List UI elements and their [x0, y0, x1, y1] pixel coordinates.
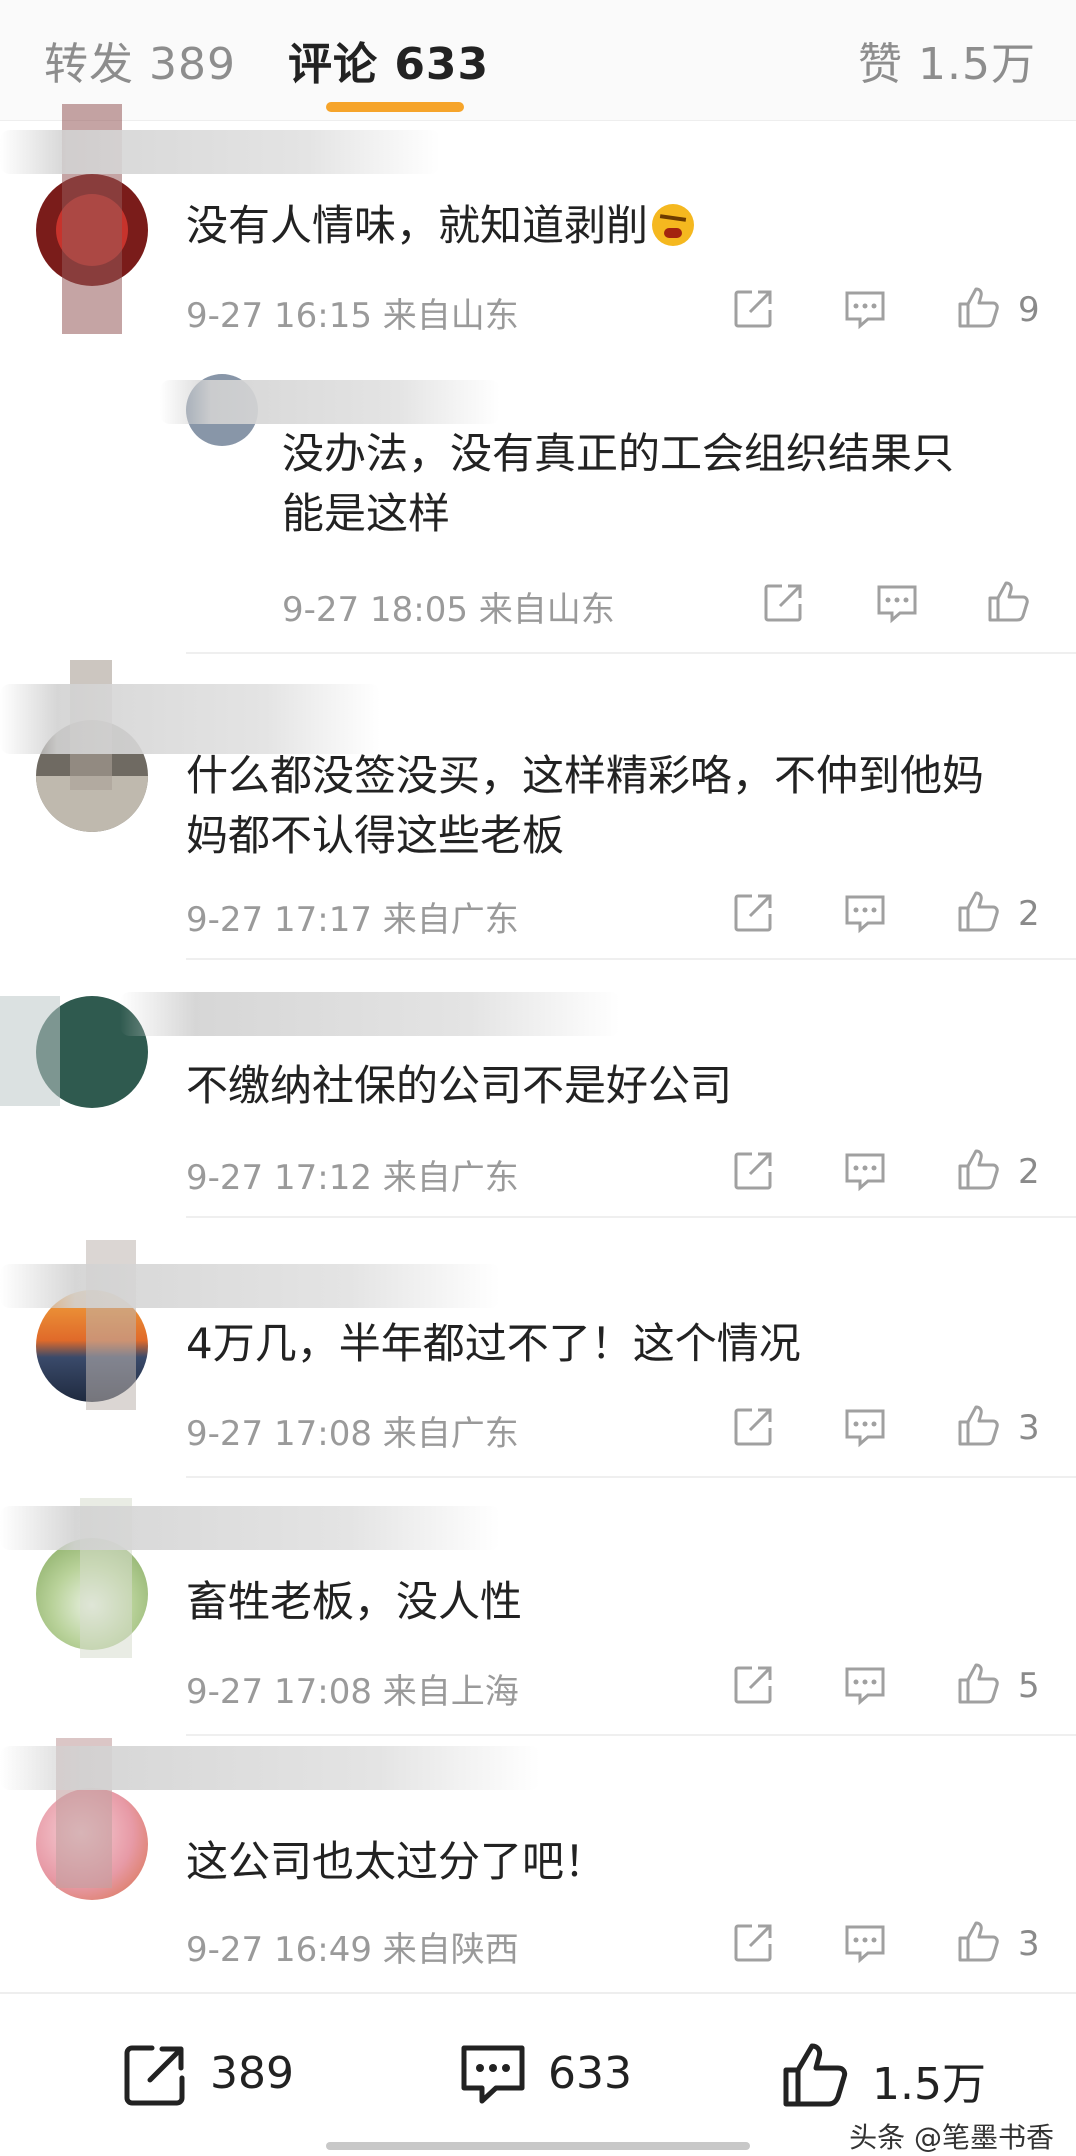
share-count: 389: [210, 2048, 294, 2099]
repost-icon[interactable]: [730, 1404, 776, 1450]
divider: [186, 652, 1076, 654]
tab-forward[interactable]: 转发 389: [44, 28, 236, 92]
comment-text: 没有人情味，就知道剥削: [186, 196, 695, 256]
repost-icon[interactable]: [730, 1148, 776, 1194]
username-blurred: [0, 1746, 540, 1790]
like-icon[interactable]: [956, 1918, 1002, 1964]
comment-text: 不缴纳社保的公司不是好公司: [186, 1061, 733, 1110]
like-icon[interactable]: [956, 1146, 1002, 1192]
like-icon[interactable]: [956, 888, 1002, 934]
username-blurred: [0, 684, 380, 754]
repost-icon[interactable]: [730, 890, 776, 936]
like-count: 3: [1018, 1408, 1040, 1448]
thumbs-up-icon: [783, 2043, 848, 2107]
divider: [186, 1216, 1076, 1218]
like-count: 9: [1018, 290, 1040, 330]
repost-icon[interactable]: [760, 580, 806, 626]
comment-text: 4万几，半年都过不了！这个情况: [186, 1319, 801, 1368]
reply-icon[interactable]: [842, 1148, 888, 1194]
like-icon[interactable]: [956, 284, 1002, 330]
share-icon: [124, 2045, 185, 2106]
like-icon[interactable]: [986, 578, 1032, 624]
like-count: 2: [1018, 1152, 1040, 1192]
angry-emoji-icon: [652, 204, 695, 246]
comment-meta: 9-27 16:15 来自山东: [186, 296, 519, 336]
share-button[interactable]: 389: [118, 2038, 318, 2108]
reply-icon[interactable]: [842, 1920, 888, 1966]
comment-meta: 9-27 17:08 来自广东: [186, 1414, 519, 1454]
active-tab-indicator: [326, 102, 464, 112]
username-blurred: [0, 1264, 500, 1308]
comment-tabs: 转发 389 评论 633 赞 1.5万: [0, 0, 1076, 121]
reply-icon[interactable]: [874, 580, 920, 626]
like-count: 3: [1018, 1924, 1040, 1964]
comment-text: 能是这样: [282, 489, 451, 538]
home-indicator: [326, 2142, 750, 2150]
username-blurred: [120, 992, 620, 1036]
like-icon[interactable]: [956, 1660, 1002, 1706]
like-button[interactable]: 1.5万: [780, 2038, 1020, 2110]
comment-button[interactable]: 633: [456, 2038, 676, 2108]
reply-icon[interactable]: [842, 1404, 888, 1450]
comment-meta: 9-27 16:49 来自陕西: [186, 1930, 519, 1970]
like-count: 5: [1018, 1666, 1040, 1706]
comment-meta: 9-27 17:17 来自广东: [186, 900, 519, 940]
reply-icon[interactable]: [842, 890, 888, 936]
comment-text: 什么都没签没买，这样精彩咯，不仲到他妈: [186, 751, 985, 800]
like-icon[interactable]: [956, 1402, 1002, 1448]
reply-icon[interactable]: [842, 286, 888, 332]
repost-icon[interactable]: [730, 1662, 776, 1708]
divider: [186, 958, 1076, 960]
watermark: 头条 @笔墨书香: [849, 2121, 1054, 2154]
like-count: 2: [1018, 894, 1040, 934]
comment-icon: [461, 2045, 525, 2104]
tab-comments[interactable]: 评论 633: [288, 28, 489, 92]
comment-text: 这公司也太过分了吧！: [186, 1837, 607, 1886]
username-blurred: [0, 1506, 500, 1550]
comment-meta: 9-27 18:05 来自山东: [282, 590, 615, 630]
tab-likes[interactable]: 赞 1.5万: [858, 28, 1036, 92]
comment-text: 畜牲老板，没人性: [186, 1577, 523, 1626]
comment-text: 妈都不认得这些老板: [186, 811, 565, 860]
username-blurred: [0, 130, 440, 174]
comment-meta: 9-27 17:12 来自广东: [186, 1158, 519, 1198]
comment-text: 没办法，没有真正的工会组织结果只: [282, 429, 955, 478]
divider: [186, 1476, 1076, 1478]
reply-icon[interactable]: [842, 1662, 888, 1708]
like-total: 1.5万: [872, 2059, 986, 2110]
comment-count: 633: [548, 2048, 632, 2099]
repost-icon[interactable]: [730, 286, 776, 332]
avatar-mosaic: [0, 996, 60, 1106]
username-blurred: [160, 380, 500, 424]
comment-meta: 9-27 17:08 来自上海: [186, 1672, 519, 1712]
repost-icon[interactable]: [730, 1920, 776, 1966]
divider: [186, 1734, 1076, 1736]
